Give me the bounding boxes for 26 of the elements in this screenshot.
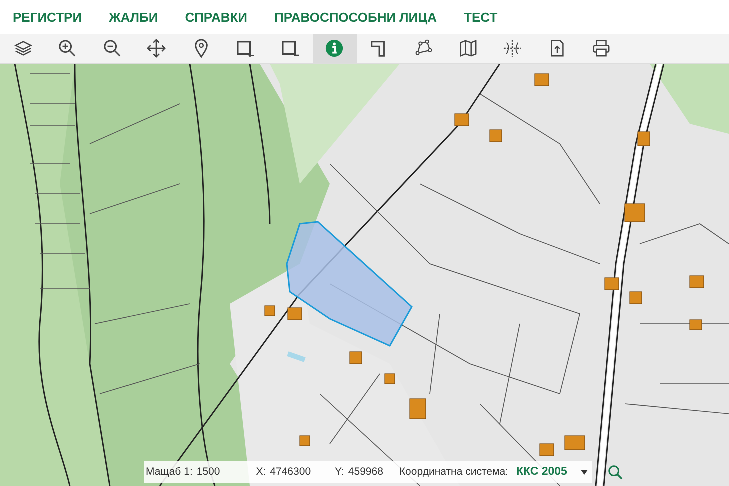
zoom-in-icon — [58, 39, 78, 58]
menu-item[interactable]: ПРАВОСПОСОБНИ ЛИЦА — [274, 10, 438, 24]
menu-item[interactable]: ТЕСТ — [464, 10, 498, 24]
menu-item[interactable]: СПРАВКИ — [185, 10, 248, 24]
coordinate-system-dropdown[interactable]: ККС 2005 — [512, 466, 592, 478]
y-coordinate-value: 459968 — [348, 466, 384, 478]
rectangle-minus-icon — [280, 39, 300, 58]
x-coordinate-value: 4746300 — [270, 466, 312, 478]
search-icon — [608, 464, 624, 480]
crosshair-icon — [503, 39, 522, 58]
zoom-out-icon — [102, 39, 122, 58]
print-icon — [592, 39, 612, 58]
polygon-icon — [414, 39, 434, 58]
y-coordinate-label: Y: — [335, 466, 344, 478]
coordinate-system-label: Координатна система: — [399, 466, 508, 478]
menu-item[interactable]: РЕГИСТРИ — [13, 10, 82, 24]
search-button[interactable] — [608, 464, 624, 480]
scale-label: Мащаб 1: — [146, 466, 193, 478]
menu-item[interactable]: ЖАЛБИ — [109, 10, 158, 24]
caret-icon — [581, 470, 588, 474]
x-coordinate-label: X: — [256, 466, 266, 478]
folded-map-icon — [458, 39, 478, 58]
layers-icon — [14, 39, 33, 58]
info-icon — [325, 39, 344, 58]
scale-value: 1500 — [196, 466, 220, 478]
move-arrows-icon — [147, 39, 166, 58]
